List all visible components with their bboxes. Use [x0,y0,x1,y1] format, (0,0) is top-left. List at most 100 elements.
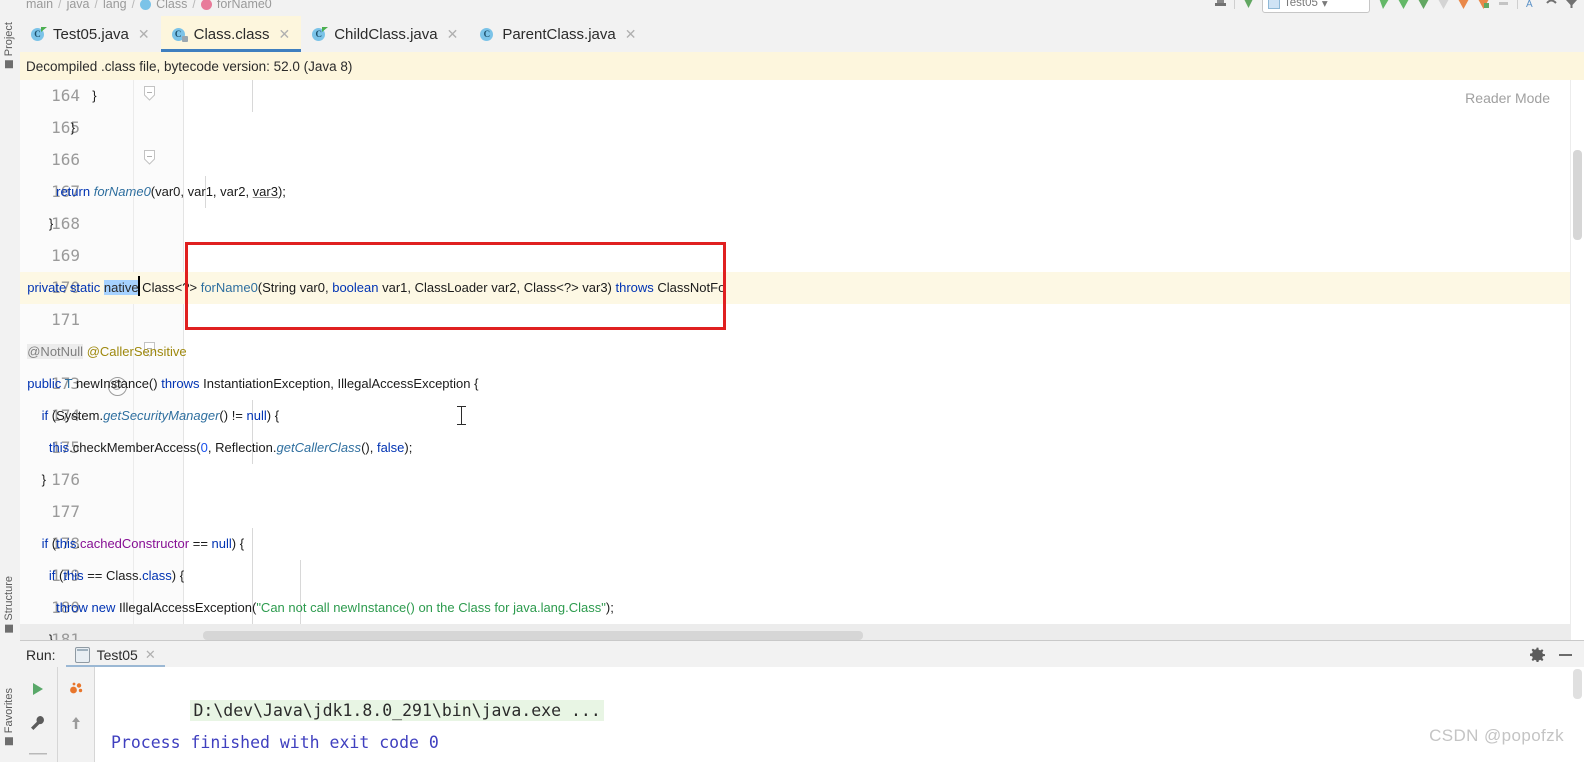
editor-row: 174 if (System.getSecurityManager() != n… [20,400,1584,432]
breadcrumb-item-0[interactable]: main [26,0,53,11]
code-text: private static native Class<?> forName0(… [20,272,1584,304]
tool-window-label: Structure [3,576,15,621]
tool-window-label: Favorites [3,688,15,734]
close-icon[interactable]: ✕ [625,26,637,43]
console-command-line: D:\dev\Java\jdk1.8.0_291\bin\java.exe ..… [190,700,604,721]
run-tool-window: Run: Test05 ✕ D:\dev\Java\jdk1.8.0_291\b… [20,640,1584,762]
breadcrumb-item-2[interactable]: lang [103,0,127,11]
line-number: 166 [51,150,80,169]
breadcrumb-separator: / [192,0,196,11]
profile-icon[interactable] [1437,0,1450,10]
tool-window-structure[interactable]: Structure [0,576,19,633]
console-exit-line: Process finished with exit code 0 [111,733,439,752]
run-label: Run: [26,646,56,663]
code-text: if (System.getSecurityManager() != null)… [41,408,280,423]
build-icon[interactable] [1214,0,1227,10]
java-compiled-class-icon: C [171,27,188,42]
class-icon [140,0,152,10]
run-toolbar [20,667,95,762]
stop-icon[interactable] [1457,0,1470,10]
minimize-icon[interactable] [1559,653,1572,656]
editor-tab-label: ChildClass.java [334,25,438,43]
toolbar-divider [1517,0,1518,9]
run-icon[interactable] [26,677,50,701]
selected-token: native [103,280,139,295]
rerun-icon[interactable] [64,677,88,701]
run-console-scrollbar[interactable] [1571,667,1584,762]
close-icon[interactable]: ✕ [138,26,150,43]
pause-icon[interactable] [1497,0,1510,10]
breadcrumb-item-1[interactable]: java [67,0,90,11]
settings-wrench-icon[interactable] [26,711,50,735]
close-icon[interactable]: ✕ [447,26,459,43]
tool-window-favorites[interactable]: Favorites [0,688,19,746]
tool-window-project[interactable]: Project [0,22,19,69]
java-class-icon: C [31,26,47,42]
code-text: if (this.cachedConstructor == null) { [41,536,245,551]
scroll-up-icon[interactable] [64,711,88,735]
main-toolbar: main / java / lang / Class / forName0 Te… [0,0,1584,17]
code-text: } [20,120,75,135]
favorites-icon [5,737,13,746]
toolbar-actions: Test05 ▾ A [1214,0,1578,13]
code-text: } [20,216,54,231]
run-header-actions [1530,647,1584,663]
decompiled-notification-text: Decompiled .class file, bytecode version… [26,58,353,74]
scrollbar-thumb[interactable] [1573,150,1582,240]
undo-icon[interactable] [1545,0,1558,10]
java-class-icon: C [312,26,329,42]
editor[interactable]: Reader Mode 164 } 165 } 166 167 return f… [20,80,1584,640]
java-class-icon: C [480,27,495,42]
ide-window: main / java / lang / Class / forName0 Te… [0,0,1584,762]
console-icon [74,646,90,663]
editor-row: 175 this.checkMemberAccess(0, Reflection… [20,432,1584,464]
breadcrumb-item-3[interactable]: Class [156,0,187,11]
attach-debugger-icon[interactable] [1477,0,1490,10]
run-config-icon [1268,0,1280,9]
editor-row: 168 } [20,208,1584,357]
editor-row: 172 @NotNull @CallerSensitive [20,336,1584,368]
code-text: } [20,632,54,640]
editor-row: 165 } [20,112,1584,165]
gear-icon[interactable] [1530,647,1545,663]
scrollbar-thumb[interactable] [1573,669,1582,699]
search-everywhere-icon[interactable]: A [1525,0,1538,10]
breadcrumb-item-4[interactable]: forName0 [217,0,272,11]
breadcrumb: main / java / lang / Class / forName0 [26,0,272,14]
run-button-icon[interactable] [1377,0,1390,10]
code-text: @NotNull @CallerSensitive [27,344,187,359]
close-icon[interactable]: ✕ [145,647,156,663]
run-dropdown-icon[interactable] [1242,0,1255,10]
method-icon [200,0,212,10]
code-text: public T newInstance() throws Instantiat… [27,376,479,391]
left-tool-strip: Project Structure Favorites [0,16,21,762]
editor-row: 180 throw new IllegalAccessException("Ca… [20,592,1584,624]
run-console-output[interactable]: D:\dev\Java\jdk1.8.0_291\bin\java.exe ..… [95,667,1571,762]
chevron-down-icon: ▾ [1321,0,1328,10]
close-icon[interactable]: ✕ [278,26,290,43]
editor-row: 167 return forName0(var0, var1, var2, va… [20,176,1584,208]
editor-row: 171 [20,304,1584,336]
editor-tab-label: Test05.java [53,25,129,43]
filter-icon[interactable] [1565,0,1578,10]
editor-horizontal-scrollbar[interactable] [203,631,863,640]
breadcrumb-separator: / [94,0,98,11]
editor-tab-parentclass[interactable]: C ParentClass.java ✕ [469,16,647,52]
editor-row: 178 if (this.cachedConstructor == null) … [20,528,1584,560]
toolbar-divider [1234,0,1235,9]
line-number: 177 [51,502,80,521]
editor-tab-class-class[interactable]: C Class.class ✕ [160,16,302,52]
editor-vertical-scrollbar[interactable] [1570,80,1584,640]
debug-button-icon[interactable] [1397,0,1410,10]
code-text: this.checkMemberAccess(0, Reflection.get… [48,440,413,455]
editor-tab-label: ParentClass.java [502,25,616,43]
code-text: } [20,88,97,103]
decompiled-notification-bar: Decompiled .class file, bytecode version… [20,52,1584,81]
editor-tab-childclass[interactable]: C ChildClass.java ✕ [301,16,469,52]
editor-tab-test05[interactable]: C Test05.java ✕ [20,16,161,52]
editor-tab-label: Class.class [193,25,270,43]
tool-window-label: Project [3,22,15,57]
run-configuration-selector[interactable]: Test05 ▾ [1262,0,1370,13]
run-with-coverage-icon[interactable] [1417,0,1430,10]
run-tab-test05[interactable]: Test05 ✕ [65,641,165,668]
